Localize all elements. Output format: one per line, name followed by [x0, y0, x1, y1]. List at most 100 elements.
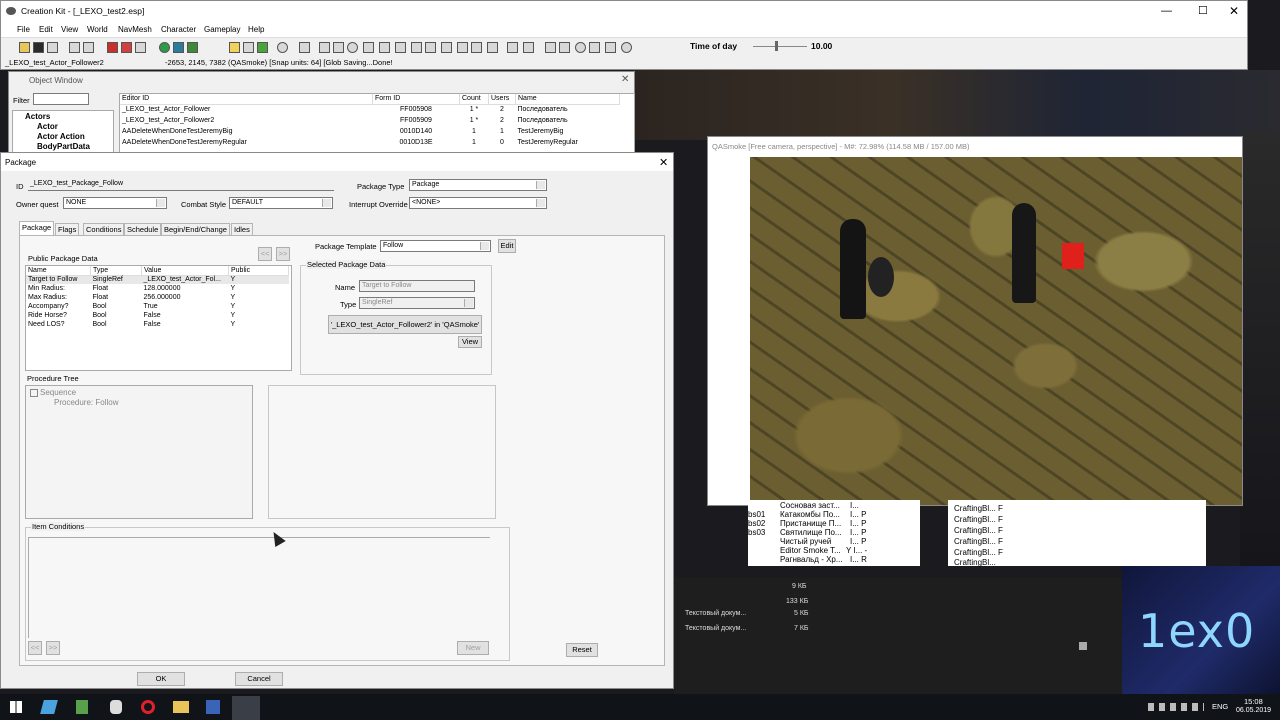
cube-icon[interactable] — [319, 42, 330, 53]
s-icon[interactable] — [559, 42, 570, 53]
tree-icon[interactable] — [243, 42, 254, 53]
arrow-icon[interactable] — [507, 42, 518, 53]
col-public[interactable]: Public — [228, 266, 289, 276]
table-row[interactable]: Accompany? Bool True Y — [26, 302, 289, 311]
open-icon[interactable] — [19, 42, 30, 53]
conditions-next-button[interactable]: >> — [46, 641, 60, 655]
list-item[interactable]: CraftingBl... — [954, 558, 996, 567]
terrain-icon[interactable] — [187, 42, 198, 53]
table-row[interactable]: Need LOS? Bool False Y — [26, 320, 289, 329]
ok-button[interactable]: OK — [137, 672, 185, 686]
close-icon[interactable]: ✕ — [1229, 4, 1239, 18]
c-icon[interactable] — [545, 42, 556, 53]
col-value[interactable]: Value — [141, 266, 229, 276]
list-item[interactable]: bs02 Пристанище П... I... P — [748, 519, 918, 528]
conditions-prev-button[interactable]: << — [28, 641, 42, 655]
stop-icon[interactable] — [107, 42, 118, 53]
new-button[interactable]: New — [457, 641, 489, 655]
col-editor-id[interactable]: Editor ID — [120, 94, 373, 105]
stack-icon[interactable] — [379, 42, 390, 53]
owner-quest-select[interactable]: NONE — [63, 197, 167, 209]
col-name[interactable]: Name — [26, 266, 91, 276]
menu-file[interactable]: File — [17, 25, 30, 34]
disc-icon[interactable] — [621, 42, 632, 53]
table-row[interactable]: Target to Follow SingleRef _LEXO_test_Ac… — [26, 275, 289, 284]
menu-navmesh[interactable]: NavMesh — [118, 25, 152, 34]
table-row[interactable]: _LEXO_test_Actor_Follower FF005908 1 * 2… — [120, 104, 620, 115]
id-field[interactable]: _LEXO_test_Package_Follow — [28, 179, 334, 191]
frame-icon[interactable] — [363, 42, 374, 53]
circle-icon[interactable] — [347, 42, 358, 53]
package-close-icon[interactable]: ✕ — [659, 156, 668, 169]
redo-icon[interactable] — [83, 42, 94, 53]
view-button[interactable]: View — [458, 336, 482, 348]
tree-procedure-follow[interactable]: Procedure: Follow — [54, 398, 118, 407]
sel-type-select[interactable]: SingleRef — [359, 297, 475, 309]
tree-sequence[interactable]: Sequence — [40, 388, 76, 397]
square-icon[interactable] — [425, 42, 436, 53]
save-icon[interactable] — [33, 42, 44, 53]
flag-icon[interactable] — [523, 42, 534, 53]
sel-ref-button[interactable]: '_LEXO_test_Actor_Follower2' in 'QASmoke… — [328, 315, 482, 334]
taskbar-folder-icon[interactable] — [173, 701, 189, 713]
time-of-day-thumb[interactable] — [774, 41, 778, 51]
e-icon[interactable] — [605, 42, 616, 53]
object-window-close-icon[interactable]: ✕ — [621, 74, 629, 85]
tray-icons[interactable] — [1148, 703, 1204, 711]
tree-actor-action[interactable]: Actor Action — [37, 132, 85, 141]
x-icon[interactable] — [457, 42, 468, 53]
taskbar-creationkit-icon[interactable] — [232, 696, 260, 720]
foliage-icon[interactable] — [257, 42, 268, 53]
menu-help[interactable]: Help — [248, 25, 264, 34]
scroll-icon[interactable] — [1079, 642, 1087, 650]
table-row[interactable]: Max Radius: Float 256.000000 Y — [26, 293, 289, 302]
list-item[interactable]: bs03 Святилище По... I... P — [748, 528, 918, 537]
menu-edit[interactable]: Edit — [39, 25, 53, 34]
list-item[interactable]: bs01 Катакомбы По... I... P — [748, 510, 918, 519]
taskbar-notepad-icon[interactable] — [76, 700, 88, 714]
clock-time[interactable]: 15:08 — [1244, 697, 1263, 706]
plus-icon[interactable] — [411, 42, 422, 53]
tree-actor[interactable]: Actor — [37, 122, 58, 131]
layers-icon[interactable] — [395, 42, 406, 53]
col-form-id[interactable]: Form ID — [372, 94, 460, 105]
render-viewport[interactable] — [750, 157, 1242, 505]
reset-button[interactable]: Reset — [566, 643, 598, 657]
sphere-icon[interactable] — [159, 42, 170, 53]
grid2-icon[interactable] — [471, 42, 482, 53]
col-count[interactable]: Count — [459, 94, 489, 105]
menu-view[interactable]: View — [61, 25, 78, 34]
col-users[interactable]: Users — [488, 94, 516, 105]
w-icon[interactable] — [589, 42, 600, 53]
cancel-button[interactable]: Cancel — [235, 672, 283, 686]
tree-actors[interactable]: Actors — [25, 112, 50, 121]
grid-icon[interactable] — [135, 42, 146, 53]
table-row[interactable]: AADeleteWhenDoneTestJeremyRegular 0010D1… — [120, 137, 620, 148]
menu-world[interactable]: World — [87, 25, 108, 34]
taskbar-save-icon[interactable] — [206, 700, 220, 714]
table-row[interactable]: AADeleteWhenDoneTestJeremyBig 0010D140 1… — [120, 126, 620, 137]
copy-icon[interactable] — [47, 42, 58, 53]
item-conditions-list[interactable] — [28, 537, 490, 638]
list-item[interactable]: CraftingBl... F — [954, 526, 1003, 535]
col-name[interactable]: Name — [515, 94, 620, 105]
list-item[interactable]: CraftingBl... F — [954, 537, 1003, 546]
prev-button[interactable]: << — [258, 247, 272, 261]
combat-style-select[interactable]: DEFAULT — [229, 197, 333, 209]
package-type-select[interactable]: Package — [409, 179, 547, 191]
taskbar-chess-icon[interactable] — [110, 700, 122, 714]
tree-bodypartdata[interactable]: BodyPartData — [37, 142, 90, 151]
time-of-day-slider[interactable] — [753, 46, 807, 47]
box-icon[interactable] — [333, 42, 344, 53]
table-row[interactable]: Ride Horse? Bool False Y — [26, 311, 289, 320]
sel-name-field[interactable]: Target to Follow — [359, 280, 475, 292]
taskbar-opera-icon[interactable] — [141, 700, 155, 714]
list-item[interactable]: CraftingBl... F — [954, 515, 1003, 524]
ring-icon[interactable] — [575, 42, 586, 53]
filter-input[interactable] — [33, 93, 89, 105]
landscape-icon[interactable] — [173, 42, 184, 53]
taskbar-app-icon[interactable] — [40, 700, 58, 714]
package-template-select[interactable]: Follow — [380, 240, 491, 252]
npc-figure[interactable] — [1012, 203, 1036, 303]
windows-start-icon[interactable] — [10, 701, 22, 713]
